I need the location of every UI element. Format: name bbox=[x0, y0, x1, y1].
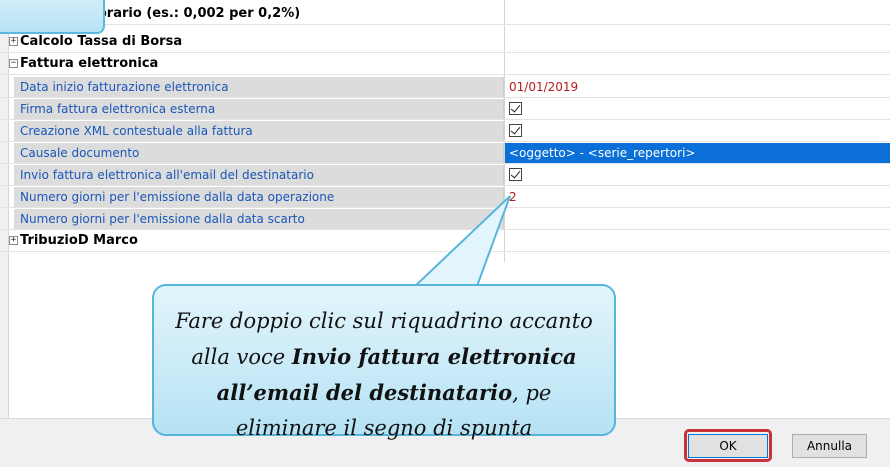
instruction-callout: Fare doppio clic sul riquadrino accanto … bbox=[152, 284, 616, 440]
